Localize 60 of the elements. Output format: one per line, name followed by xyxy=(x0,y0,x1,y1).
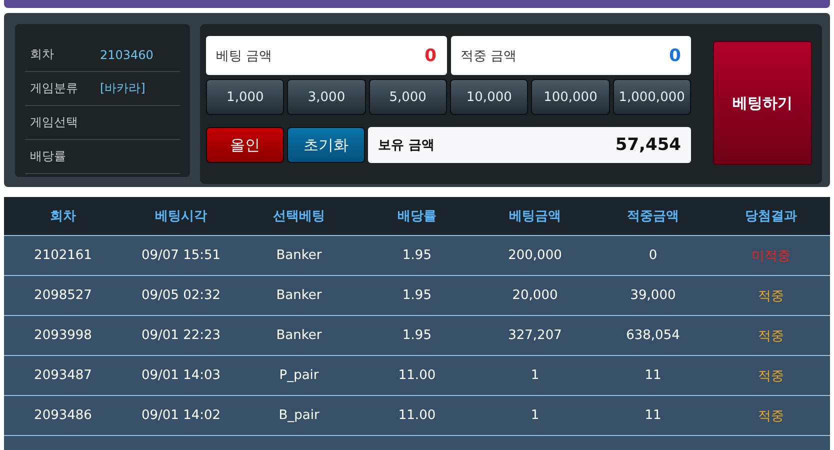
chip-button[interactable]: 100,000 xyxy=(531,79,610,115)
table-cell-text: 1.95 xyxy=(402,248,432,263)
table-cell-text: 09/05 02:32 xyxy=(140,288,222,303)
table-cell-text: Banker xyxy=(275,288,323,303)
table-cell-text: Banker xyxy=(275,328,323,343)
bet-amount-field[interactable]: 베팅 금액 0 xyxy=(206,36,446,75)
column-header: 배당률 xyxy=(396,208,438,225)
table-cell-text: 11.00 xyxy=(397,408,437,423)
all-in-button[interactable]: 올인 xyxy=(206,127,284,163)
info-label: 회차 xyxy=(29,46,55,63)
table-cell-text: 11.00 xyxy=(397,368,437,383)
win-amount-field: 적중 금액 0 xyxy=(450,36,691,75)
table-cell-text: 1.95 xyxy=(402,328,432,343)
table-cell-text: 09/01 22:23 xyxy=(140,328,222,343)
table-cell-text: 2093998 xyxy=(33,328,93,343)
table-cell-text: 09/07 15:51 xyxy=(140,248,222,263)
result-cell-text: 적중 xyxy=(757,408,785,424)
table-cell-text: B_pair xyxy=(278,408,320,423)
table-cell-text: 2093487 xyxy=(33,368,93,383)
table-cell-text: 11 xyxy=(644,408,662,423)
table-cell-text: 39,000 xyxy=(629,288,677,303)
column-header: 베팅금액 xyxy=(508,208,562,225)
info-value: [바카라] xyxy=(100,80,146,97)
result-cell-text: 적중 xyxy=(757,368,785,384)
bet-button[interactable]: 베팅하기 xyxy=(713,41,812,165)
chip-button[interactable]: 5,000 xyxy=(368,79,447,115)
result-cell-text: 미적중 xyxy=(750,248,792,264)
column-header: 회차 xyxy=(49,208,77,225)
result-cell-text: 적중 xyxy=(757,288,785,304)
table-cell-text: 09/01 14:02 xyxy=(140,408,222,423)
column-header: 베팅시각 xyxy=(154,208,208,225)
table-cell-text: P_pair xyxy=(278,368,320,383)
chip-button[interactable]: 1,000,000 xyxy=(612,79,691,115)
info-label: 게임선택 xyxy=(29,114,79,131)
table-cell-text: 200,000 xyxy=(507,248,563,263)
chip-button[interactable]: 3,000 xyxy=(287,79,366,115)
chip-button[interactable]: 10,000 xyxy=(450,79,528,115)
table-cell-text: 20,000 xyxy=(511,288,559,303)
result-cell-text: 적중 xyxy=(757,328,785,344)
table-cell-text: 1 xyxy=(530,408,540,423)
table-cell-text: 327,207 xyxy=(507,328,563,343)
column-header: 당첨결과 xyxy=(744,208,798,225)
table-cell-text: 1.95 xyxy=(402,288,432,303)
table-cell-text: 2098527 xyxy=(33,288,93,303)
info-label: 게임분류 xyxy=(29,80,79,97)
table-cell-text: 2102161 xyxy=(33,248,93,263)
column-header: 적중금액 xyxy=(626,208,680,225)
chip-button[interactable]: 1,000 xyxy=(206,79,284,115)
table-cell-text: 2093486 xyxy=(33,408,93,423)
balance-field: 보유 금액 57,454 xyxy=(368,127,691,163)
table-cell-text: Banker xyxy=(275,248,323,263)
table-cell-text: 11 xyxy=(644,368,662,383)
info-value: 2103460 xyxy=(100,48,154,62)
info-label: 배당률 xyxy=(29,148,67,165)
column-header: 선택베팅 xyxy=(272,208,326,225)
table-cell-text: 1 xyxy=(530,368,540,383)
table-cell-text: 09/01 14:03 xyxy=(140,368,222,383)
reset-button[interactable]: 초기화 xyxy=(287,127,365,163)
table-cell-text: 638,054 xyxy=(625,328,681,343)
table-cell-text: 0 xyxy=(648,248,658,263)
